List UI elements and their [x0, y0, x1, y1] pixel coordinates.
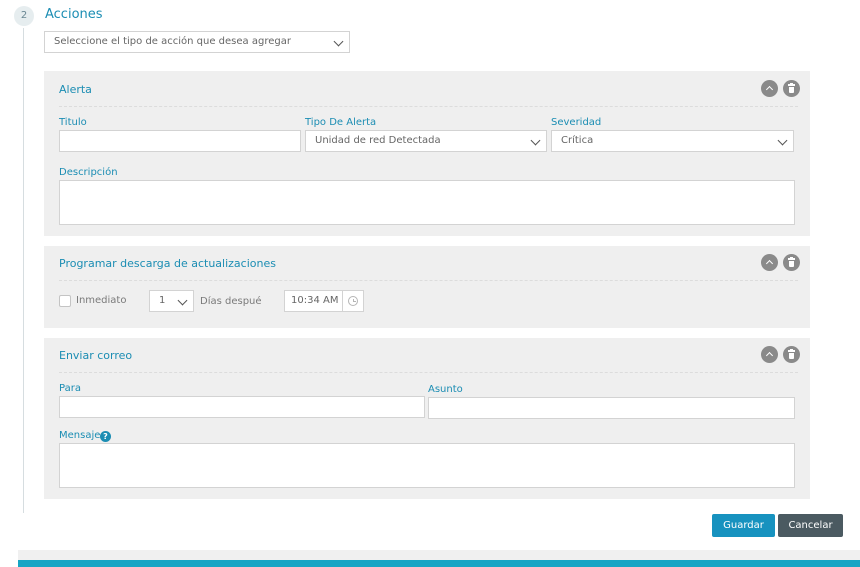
dias-despues-label: Días despué — [200, 296, 262, 307]
panel-divider — [59, 280, 798, 281]
correo-panel-title: Enviar correo — [59, 349, 133, 362]
time-input[interactable]: 10:34 AM — [284, 290, 343, 312]
alerta-panel: Alerta Titulo Tipo De Alerta Unidad de r… — [44, 71, 810, 236]
mensaje-textarea[interactable] — [59, 443, 795, 488]
chevron-down-icon — [777, 135, 788, 146]
severidad-value: Crítica — [561, 135, 594, 146]
step-number-badge: 2 — [14, 6, 34, 26]
alerta-panel-title: Alerta — [59, 83, 92, 96]
days-value: 1 — [159, 295, 166, 306]
tipo-alerta-label: Tipo De Alerta — [305, 117, 377, 128]
question-circle-icon[interactable]: ? — [100, 431, 111, 442]
inmediato-checkbox[interactable] — [59, 295, 71, 307]
correo-panel: Enviar correo Para Asunto Mensaje ? — [44, 338, 810, 499]
inmediato-label: Inmediato — [76, 295, 127, 306]
programar-panel-title: Programar descarga de actualizaciones — [59, 257, 276, 270]
descripcion-label: Descripción — [59, 167, 118, 178]
chevron-up-icon — [765, 85, 774, 94]
days-select[interactable]: 1 — [149, 290, 194, 312]
delete-programar-button[interactable] — [783, 254, 800, 271]
para-input[interactable] — [59, 396, 425, 418]
chevron-up-icon — [765, 351, 774, 360]
clock-icon — [348, 296, 358, 306]
time-picker-button[interactable] — [342, 290, 364, 312]
collapse-correo-button[interactable] — [761, 346, 778, 363]
tipo-alerta-select[interactable]: Unidad de red Detectada — [305, 130, 547, 152]
cancel-button[interactable]: Cancelar — [778, 514, 843, 537]
panel-divider — [59, 106, 798, 107]
descripcion-textarea[interactable] — [59, 180, 795, 225]
collapse-alerta-button[interactable] — [761, 80, 778, 97]
step-connector-line — [23, 28, 24, 513]
asunto-input[interactable] — [428, 397, 795, 419]
step-title: Acciones — [45, 7, 103, 22]
collapse-programar-button[interactable] — [761, 254, 778, 271]
footer-accent-bar — [18, 560, 860, 567]
delete-correo-button[interactable] — [783, 346, 800, 363]
mensaje-label: Mensaje — [59, 430, 101, 441]
action-type-select[interactable]: Seleccione el tipo de acción que desea a… — [44, 31, 350, 53]
para-label: Para — [59, 383, 81, 394]
titulo-input[interactable] — [59, 130, 301, 152]
save-button[interactable]: Guardar — [712, 514, 775, 537]
chevron-down-icon — [333, 36, 344, 47]
asunto-label: Asunto — [428, 384, 463, 395]
chevron-down-icon — [530, 135, 541, 146]
delete-alerta-button[interactable] — [783, 80, 800, 97]
action-type-select-placeholder: Seleccione el tipo de acción que desea a… — [54, 36, 291, 47]
severidad-label: Severidad — [551, 117, 602, 128]
programar-panel: Programar descarga de actualizaciones In… — [44, 246, 810, 328]
severidad-select[interactable]: Crítica — [551, 130, 794, 152]
chevron-down-icon — [177, 295, 188, 306]
chevron-up-icon — [765, 259, 774, 268]
panel-divider — [59, 372, 798, 373]
footer-strip — [18, 550, 860, 560]
tipo-alerta-value: Unidad de red Detectada — [315, 135, 441, 146]
titulo-label: Titulo — [59, 117, 87, 128]
